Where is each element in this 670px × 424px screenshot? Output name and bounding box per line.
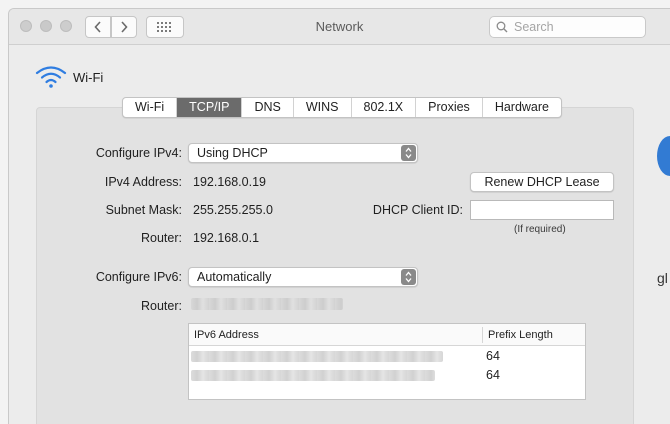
ipv6-address-table[interactable]: IPv6 Address Prefix Length 64 64 xyxy=(188,323,586,400)
configure-ipv4-label: Configure IPv4: xyxy=(95,146,182,160)
table-header: IPv6 Address Prefix Length xyxy=(189,324,585,346)
prefix-length-value: 64 xyxy=(486,368,500,382)
tab-8021x[interactable]: 802.1X xyxy=(352,98,417,117)
popup-stepper-icon xyxy=(401,145,416,161)
title-bar: Network xyxy=(9,9,670,45)
search-input[interactable] xyxy=(512,19,642,35)
configure-ipv4-popup[interactable]: Using DHCP xyxy=(188,143,418,163)
search-field[interactable] xyxy=(489,16,646,38)
configure-ipv4-value: Using DHCP xyxy=(197,146,268,160)
tab-wifi[interactable]: Wi-Fi xyxy=(123,98,178,117)
table-row[interactable]: 64 xyxy=(189,348,585,366)
prefix-length-value: 64 xyxy=(486,349,500,363)
popup-stepper-icon xyxy=(401,269,416,285)
network-window: Network Wi-Fi Wi-Fi TCP/IP DNS WINS 802.… xyxy=(8,8,670,424)
renew-dhcp-lease-button[interactable]: Renew DHCP Lease xyxy=(470,172,614,192)
dhcp-client-id-label: DHCP Client ID: xyxy=(372,203,463,217)
ipv6-router-label: Router: xyxy=(141,299,182,313)
dhcp-client-id-field[interactable] xyxy=(470,200,614,220)
ipv6-router-redacted xyxy=(191,298,343,310)
tab-dns[interactable]: DNS xyxy=(242,98,294,117)
configure-ipv6-label: Configure IPv6: xyxy=(95,270,182,284)
tab-wins[interactable]: WINS xyxy=(294,98,352,117)
ipv6-address-column-header[interactable]: IPv6 Address xyxy=(194,329,259,341)
router-value: 192.168.0.1 xyxy=(193,231,260,245)
search-icon xyxy=(496,21,508,33)
table-row[interactable]: 64 xyxy=(189,367,585,385)
tab-proxies[interactable]: Proxies xyxy=(416,98,483,117)
configure-ipv6-popup[interactable]: Automatically xyxy=(188,267,418,287)
subnet-mask-value: 255.255.255.0 xyxy=(193,203,273,217)
configure-ipv6-value: Automatically xyxy=(197,270,272,284)
tab-tcpip[interactable]: TCP/IP xyxy=(177,98,243,117)
ipv4-address-value: 192.168.0.19 xyxy=(193,175,266,189)
background-partial-text: gl xyxy=(657,270,668,286)
ipv4-address-label: IPv4 Address: xyxy=(104,175,182,189)
ipv6-address-redacted xyxy=(191,351,443,362)
tab-hardware[interactable]: Hardware xyxy=(483,98,561,117)
column-divider xyxy=(482,327,483,343)
ipv6-address-redacted xyxy=(191,370,435,381)
wifi-icon xyxy=(35,66,67,88)
prefix-length-column-header[interactable]: Prefix Length xyxy=(488,329,553,341)
subnet-mask-label: Subnet Mask: xyxy=(105,203,182,217)
service-name: Wi-Fi xyxy=(73,69,104,85)
client-id-hint: (If required) xyxy=(514,224,566,235)
router-label: Router: xyxy=(141,231,182,245)
service-header: Wi-Fi xyxy=(35,65,103,89)
tab-bar: Wi-Fi TCP/IP DNS WINS 802.1X Proxies Har… xyxy=(122,97,562,118)
